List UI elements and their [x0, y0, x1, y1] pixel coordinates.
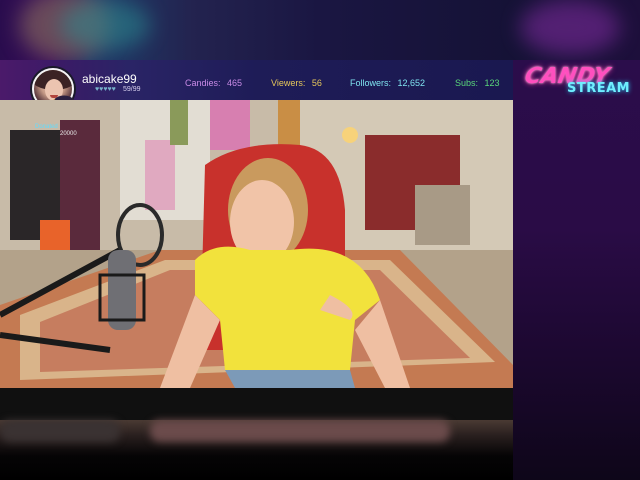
stat-followers-label: Followers: — [350, 78, 392, 88]
stat-subs: Subs: 123 — [455, 78, 500, 88]
boxes — [415, 185, 470, 245]
stat-candies: Candies: 465 — [185, 78, 242, 88]
video-player[interactable] — [0, 100, 513, 388]
streamer-username[interactable]: abicake99 — [82, 72, 137, 86]
side-panel — [513, 60, 640, 480]
lamp-icon — [342, 127, 358, 143]
stat-subs-value: 123 — [484, 78, 500, 88]
stat-viewers: Viewers: 56 — [271, 78, 322, 88]
logo-stream-text: STREAM — [567, 81, 631, 96]
hearts-icon: ♥♥♥♥♥ — [95, 86, 116, 93]
stat-candies-value: 465 — [227, 78, 243, 88]
green-garment — [170, 100, 188, 145]
streamer-rank: 59/99 — [123, 86, 141, 93]
top-blurred-banner — [0, 0, 640, 60]
stat-viewers-value: 56 — [311, 78, 322, 88]
stat-candies-label: Candies: — [185, 78, 221, 88]
video-frame — [0, 100, 513, 388]
video-controls-bar[interactable] — [0, 388, 513, 420]
stat-viewers-label: Viewers: — [271, 78, 306, 88]
stat-followers: Followers: 12,652 — [350, 78, 425, 88]
denim-shorts — [225, 370, 355, 388]
microphone-icon — [108, 250, 136, 330]
stat-followers-value: 12,652 — [397, 78, 426, 88]
pink-shirt — [210, 100, 250, 150]
candy-stream-logo: CANDY STREAM — [523, 62, 637, 102]
donated-label: Donated — [35, 124, 58, 130]
blurred-logo-shape — [520, 0, 620, 55]
blurred-teal-shape — [60, 0, 150, 50]
blur-streak — [150, 420, 450, 442]
pink-garment — [145, 140, 175, 210]
stat-subs-label: Subs: — [455, 78, 479, 88]
bottom-blurred-reflection — [0, 420, 513, 480]
donated-amount: 20000 — [60, 131, 77, 137]
orange-object — [40, 220, 70, 250]
blur-streak-left — [0, 420, 120, 442]
